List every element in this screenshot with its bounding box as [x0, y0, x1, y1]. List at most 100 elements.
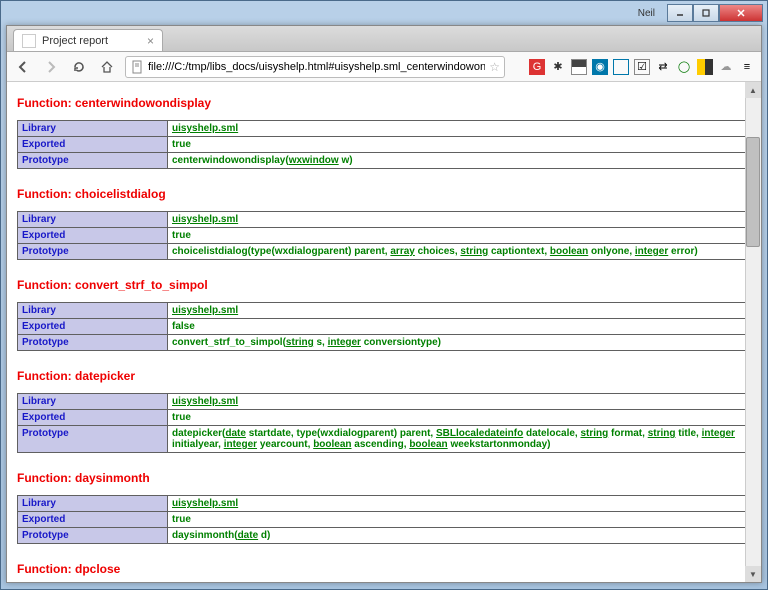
function-heading: Function: choicelistdialog [17, 187, 751, 201]
exported-value: true [172, 412, 191, 423]
row-label-library: Library [18, 121, 168, 137]
row-value-exported: true [168, 512, 751, 528]
back-button[interactable] [13, 57, 33, 77]
row-label-prototype: Prototype [18, 426, 168, 453]
row-label-prototype: Prototype [18, 244, 168, 260]
ext-icon-7[interactable]: ⇄ [655, 59, 671, 75]
row-label-exported: Exported [18, 410, 168, 426]
row-value-prototype: daysinmonth(date d) [168, 528, 751, 544]
table-row: Prototypecenterwindowondisplay(wxwindow … [18, 153, 751, 169]
ext-icon-1[interactable]: G [529, 59, 545, 75]
user-label: Neil [638, 8, 661, 19]
tab-strip: Project report × [7, 26, 761, 52]
url-bar[interactable]: ☆ [125, 56, 505, 78]
file-icon [130, 60, 144, 74]
ext-icon-8[interactable]: ◯ [676, 59, 692, 75]
exported-value: false [172, 321, 195, 332]
row-value-library: uisyshelp.sml [168, 303, 751, 319]
page-content: Function: centerwindowondisplayLibraryui… [7, 82, 761, 582]
row-label-exported: Exported [18, 137, 168, 153]
row-value-library: uisyshelp.sml [168, 121, 751, 137]
function-heading: Function: daysinmonth [17, 471, 751, 485]
row-value-exported: true [168, 228, 751, 244]
window-controls [667, 4, 763, 22]
ext-icon-5[interactable] [613, 59, 629, 75]
function-table: Library uisyshelp.sml Exported true Prototyp… [17, 120, 751, 169]
close-button[interactable] [719, 4, 763, 22]
table-row: Prototypeconvert_strf_to_simpol(string s… [18, 335, 751, 351]
function-table: Libraryuisyshelp.smlExported true Prototyp… [17, 211, 751, 260]
library-link[interactable]: uisyshelp.sml [172, 214, 238, 225]
forward-button[interactable] [41, 57, 61, 77]
ext-icon-2[interactable]: ✱ [550, 59, 566, 75]
ext-icon-4[interactable]: ◉ [592, 59, 608, 75]
ext-icon-9[interactable] [697, 59, 713, 75]
exported-value: true [172, 139, 191, 150]
extension-icons: G ✱ ◉ ☑ ⇄ ◯ ☁ ≡ [529, 59, 755, 75]
table-row: Exported true [18, 137, 751, 153]
minimize-button[interactable] [667, 4, 693, 22]
library-link[interactable]: uisyshelp.sml [172, 305, 238, 316]
function-table: Library uisyshelp.sml Exported true Prototyp… [17, 495, 751, 544]
bookmark-star-icon[interactable]: ☆ [489, 60, 500, 74]
library-link[interactable]: uisyshelp.sml [172, 123, 238, 134]
exported-value: true [172, 230, 191, 241]
table-row: Library uisyshelp.sml [18, 121, 751, 137]
tab-close-icon[interactable]: × [147, 34, 154, 48]
table-row: Library uisyshelp.sml [18, 394, 751, 410]
vertical-scrollbar[interactable]: ▲ ▼ [745, 82, 761, 582]
ext-icon-6[interactable]: ☑ [634, 59, 650, 75]
url-input[interactable] [148, 61, 485, 73]
table-row: Exported true [18, 410, 751, 426]
row-label-prototype: Prototype [18, 153, 168, 169]
table-row: Prototypedatepicker(date startdate, type… [18, 426, 751, 453]
reload-button[interactable] [69, 57, 89, 77]
row-value-exported: false [168, 319, 751, 335]
function-table: Libraryuisyshelp.smlExportedfalsePrototy… [17, 302, 751, 351]
menu-icon[interactable]: ≡ [739, 59, 755, 75]
row-value-library: uisyshelp.sml [168, 496, 751, 512]
row-value-library: uisyshelp.sml [168, 394, 751, 410]
tab-active[interactable]: Project report × [13, 29, 163, 51]
row-label-library: Library [18, 496, 168, 512]
ext-icon-3[interactable] [571, 59, 587, 75]
ext-icon-10[interactable]: ☁ [718, 59, 734, 75]
scroll-down-arrow[interactable]: ▼ [745, 566, 761, 582]
prototype-value: choicelistdialog(type(wxdialogparent) pa… [172, 246, 698, 257]
table-row: Libraryuisyshelp.sml [18, 303, 751, 319]
row-value-exported: true [168, 137, 751, 153]
scroll-thumb[interactable] [746, 137, 760, 247]
scroll-up-arrow[interactable]: ▲ [745, 82, 761, 98]
function-heading: Function: convert_strf_to_simpol [17, 278, 751, 292]
table-row: Exported true [18, 228, 751, 244]
page-favicon [22, 34, 36, 48]
function-heading: Function: dpclose [17, 562, 751, 576]
row-label-library: Library [18, 394, 168, 410]
table-row: Prototype choicelistdialog(type(wxdialogp… [18, 244, 751, 260]
table-row: Libraryuisyshelp.sml [18, 212, 751, 228]
function-heading: Function: centerwindowondisplay [17, 96, 751, 110]
library-link[interactable]: uisyshelp.sml [172, 396, 238, 407]
exported-value: true [172, 514, 191, 525]
table-row: Exported true [18, 512, 751, 528]
table-row: Prototype daysinmonth(date d) [18, 528, 751, 544]
library-link[interactable]: uisyshelp.sml [172, 498, 238, 509]
row-value-prototype: centerwindowondisplay(wxwindow w) [168, 153, 751, 169]
row-label-exported: Exported [18, 228, 168, 244]
row-value-exported: true [168, 410, 751, 426]
window-frame: Neil Project report × ☆ [0, 0, 768, 590]
prototype-value: convert_strf_to_simpol(string s, integer… [172, 337, 441, 348]
row-value-prototype: choicelistdialog(type(wxdialogparent) pa… [168, 244, 751, 260]
prototype-value: datepicker(date startdate, type(wxdialog… [172, 428, 735, 450]
row-value-prototype: datepicker(date startdate, type(wxdialog… [168, 426, 751, 453]
row-label-exported: Exported [18, 512, 168, 528]
prototype-value: daysinmonth(date d) [172, 530, 270, 541]
table-row: Exportedfalse [18, 319, 751, 335]
home-button[interactable] [97, 57, 117, 77]
row-value-prototype: convert_strf_to_simpol(string s, integer… [168, 335, 751, 351]
function-table: Library uisyshelp.sml Exported true Prototyp… [17, 393, 751, 453]
row-label-prototype: Prototype [18, 528, 168, 544]
tab-title: Project report [42, 35, 108, 47]
maximize-button[interactable] [693, 4, 719, 22]
toolbar: ☆ G ✱ ◉ ☑ ⇄ ◯ ☁ ≡ [7, 52, 761, 82]
